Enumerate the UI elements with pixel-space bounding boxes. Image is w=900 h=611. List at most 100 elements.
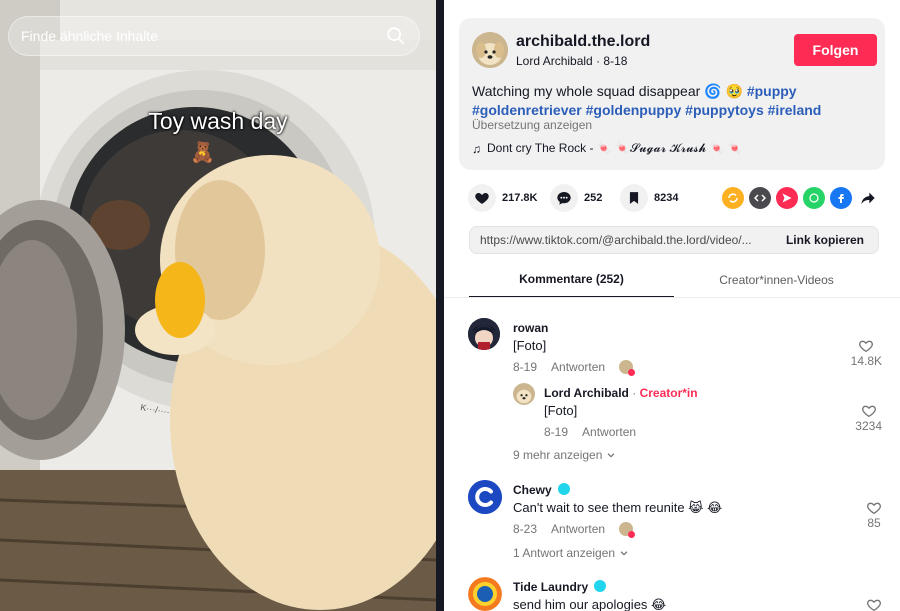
video-frame: K···/···· [0, 0, 436, 611]
commenter-name[interactable]: Tide Laundry [513, 580, 588, 594]
video-player[interactable]: K···/···· Finde ähnliche Inhalte Toy was… [0, 0, 436, 611]
comment-like[interactable] [866, 597, 882, 611]
share-link-box: https://www.tiktok.com/@archibald.the.lo… [469, 226, 879, 254]
like-action[interactable]: 217.8K [468, 184, 537, 212]
send-to-friends-icon[interactable] [776, 187, 798, 209]
music-link[interactable]: ♫ Dont cry The Rock - 🍬 🍬𝓢𝓾𝓰𝓪𝓻 𝓚𝓻𝓾𝓼𝓱 🍬 🍬 [472, 141, 743, 156]
reply-author-avatar[interactable] [513, 383, 535, 405]
tide-logo-icon [468, 577, 502, 611]
whatsapp-icon[interactable] [803, 187, 825, 209]
post-date: 8-18 [603, 54, 628, 68]
search-input[interactable]: Finde ähnliche Inhalte [21, 28, 385, 44]
commenter-name[interactable]: Chewy [513, 483, 552, 497]
like-count: 217.8K [502, 192, 538, 204]
share-arrow-icon[interactable] [857, 187, 879, 209]
hashtag-link[interactable]: #goldenpuppy [586, 102, 682, 118]
commenter-name[interactable]: rowan [513, 321, 548, 335]
creator-badge: Creator*in [639, 386, 698, 400]
teddy-emoji: 🧸 [190, 142, 215, 164]
comment-text: Can't wait to see them reunite 😹 😂 [513, 500, 723, 515]
action-bar: 217.8K 252 8234 [468, 184, 888, 212]
copy-link-button[interactable]: Link kopieren [772, 233, 878, 247]
comment-like[interactable]: 85 [866, 500, 882, 530]
show-replies-label: 1 Antwort anzeigen [513, 546, 616, 560]
music-title: Dont cry The Rock - 🍬 🍬𝓢𝓾𝓰𝓪𝓻 𝓚𝓻𝓾𝓼𝓱 🍬 🍬 [487, 141, 743, 155]
author-username[interactable]: archibald.the.lord [516, 33, 650, 51]
creator-liked-avatar [619, 360, 636, 376]
heart-outline-icon[interactable] [858, 338, 874, 354]
verified-badge-icon [558, 483, 571, 495]
comment-item: rowan [Foto] 8-19 Antworten 14.8K [468, 318, 888, 378]
tab-comments[interactable]: Kommentare (252) [469, 262, 674, 298]
tab-creator-videos[interactable]: Creator*innen-Videos [674, 262, 879, 298]
comment-bubble-icon[interactable] [550, 184, 578, 212]
author-subline: Lord Archibald · 8-18 [516, 54, 627, 68]
comment-text: [Foto] [513, 338, 547, 353]
facebook-icon[interactable] [830, 187, 852, 209]
show-more-replies[interactable]: 9 mehr anzeigen [513, 448, 616, 462]
heart-outline-icon[interactable] [866, 597, 882, 611]
tide-avatar[interactable] [468, 577, 502, 611]
comment-meta: 8-23 Antworten [513, 522, 636, 538]
hashtag-link[interactable]: #ireland [768, 102, 822, 118]
puppy-avatar-icon [513, 383, 535, 405]
comment-date: 8-19 [513, 360, 538, 374]
translate-link[interactable]: Übersetzung anzeigen [472, 118, 592, 132]
tiktok-video-page: K···/···· Finde ähnliche Inhalte Toy was… [0, 0, 900, 611]
comment-action[interactable]: 252 [550, 184, 602, 212]
chevron-down-icon [620, 551, 628, 556]
post-description: Watching my whole squad disappear 🌀 🥹 #p… [472, 82, 872, 120]
save-count: 8234 [654, 192, 679, 204]
show-replies[interactable]: 1 Antwort anzeigen [513, 546, 629, 560]
comment-tabs: Kommentare (252) Creator*innen-Videos [469, 262, 879, 298]
comment-date: 8-23 [513, 522, 538, 536]
creator-badge-dot: · [632, 386, 640, 400]
music-note-icon: ♫ [472, 141, 481, 156]
reply-author-name[interactable]: Lord Archibald [544, 386, 629, 400]
show-more-label: 9 mehr anzeigen [513, 448, 603, 462]
post-info-card: archibald.the.lord Lord Archibald · 8-18… [459, 18, 885, 170]
comment-item: Chewy Can't wait to see them reunite 😹 😂… [468, 480, 888, 560]
reply-item: Lord Archibald · Creator*in [Foto] 8-19 … [468, 383, 888, 443]
reply-like-count: 3234 [855, 419, 882, 433]
share-link-url[interactable]: https://www.tiktok.com/@archibald.the.lo… [480, 233, 772, 247]
reply-date: 8-19 [544, 425, 569, 439]
reply-like[interactable]: 3234 [855, 403, 882, 433]
chewy-logo-icon [468, 480, 502, 514]
puppy-avatar-icon [472, 32, 508, 68]
search-bar[interactable]: Finde ähnliche Inhalte [8, 16, 420, 56]
comment-like-count: 14.8K [850, 354, 882, 368]
comment-count: 252 [584, 192, 603, 204]
commenter-name-line: Chewy [513, 483, 571, 497]
bookmark-icon[interactable] [620, 184, 648, 212]
video-caption: Toy wash day [148, 108, 288, 134]
reply-button[interactable]: Antworten [582, 425, 636, 439]
author-display-name: Lord Archibald [516, 54, 593, 68]
reply-meta: 8-19 Antworten [544, 425, 636, 439]
reply-author-line: Lord Archibald · Creator*in [544, 386, 698, 400]
commenter-avatar[interactable] [468, 318, 500, 350]
creator-liked-avatar [619, 522, 636, 538]
heart-outline-icon[interactable] [861, 403, 877, 419]
comment-meta: 8-19 Antworten [513, 360, 636, 376]
embed-icon[interactable] [749, 187, 771, 209]
repost-icon[interactable] [722, 187, 744, 209]
search-icon[interactable] [385, 25, 407, 47]
commenter-name-line: Tide Laundry [513, 580, 607, 594]
comment-like[interactable]: 14.8K [851, 338, 882, 368]
reply-button[interactable]: Antworten [551, 522, 605, 536]
follow-button[interactable]: Folgen [794, 34, 877, 66]
reply-button[interactable]: Antworten [551, 360, 605, 374]
chevron-down-icon [608, 453, 615, 458]
heart-icon[interactable] [468, 184, 496, 212]
reply-text: [Foto] [544, 403, 578, 418]
chewy-avatar[interactable] [468, 480, 502, 514]
tabs-divider [444, 297, 900, 298]
heart-outline-icon[interactable] [866, 500, 882, 516]
hashtag-link[interactable]: #puppy [747, 83, 797, 99]
hashtag-link[interactable]: #puppytoys [685, 102, 764, 118]
author-avatar[interactable] [472, 32, 508, 68]
save-action[interactable]: 8234 [620, 184, 678, 212]
comment-item: Tide Laundry send him our apologies 😂 [468, 577, 888, 611]
hashtag-link[interactable]: #goldenretriever [472, 102, 582, 118]
